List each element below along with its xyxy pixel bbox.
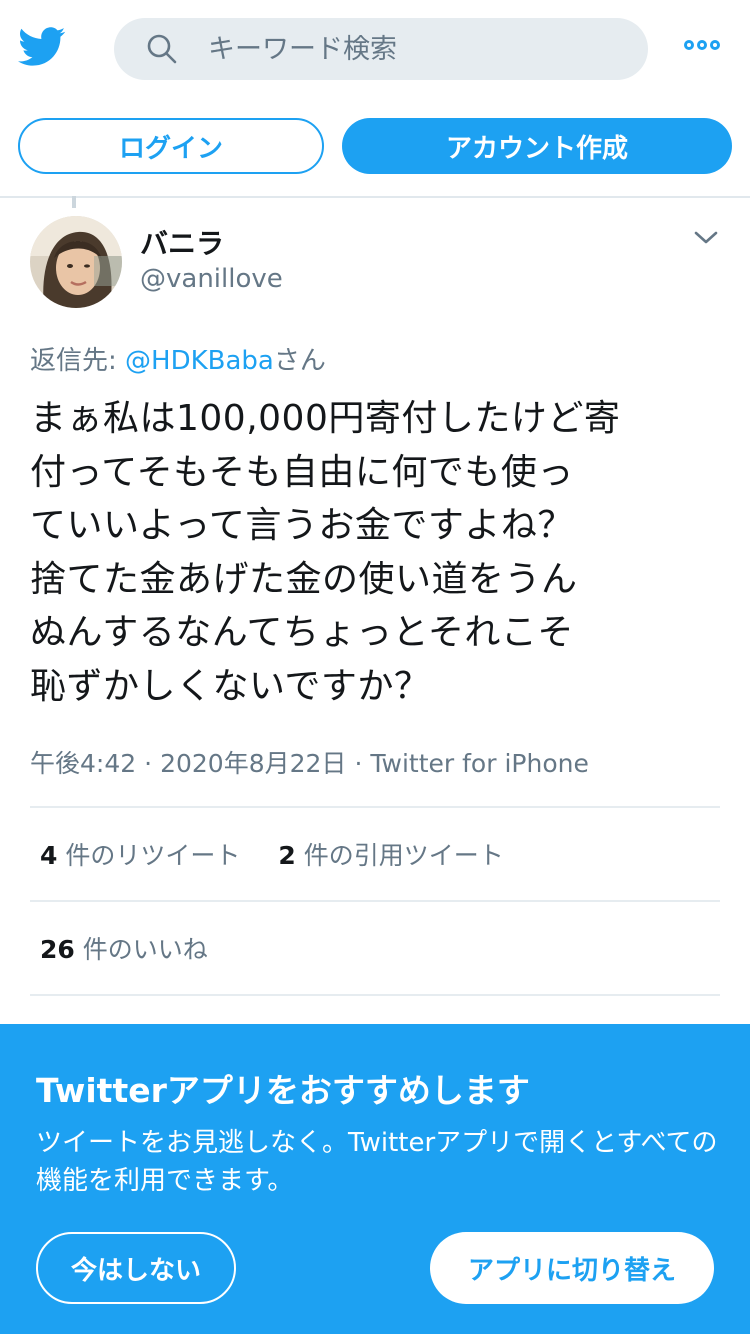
avatar-image xyxy=(30,216,122,308)
page: ログイン アカウント作成 バニラ @vanillove 返信先: @HDKBab… xyxy=(0,0,750,1334)
more-dot xyxy=(697,40,707,50)
tweet-meta: 午後4:42 · 2020年8月22日 · Twitter for iPhone xyxy=(30,744,589,780)
not-now-button[interactable]: 今はしない xyxy=(36,1232,236,1304)
header-divider xyxy=(0,196,750,198)
retweet-label: 件のリツイート xyxy=(57,841,241,870)
stats-row: 4 件のリツイート 2 件の引用ツイート xyxy=(40,836,504,872)
retweet-stat[interactable]: 4 件のリツイート xyxy=(40,841,240,870)
search-bar[interactable] xyxy=(114,18,648,80)
more-dot xyxy=(684,40,694,50)
quote-count: 2 xyxy=(278,841,296,870)
search-input[interactable] xyxy=(208,30,628,68)
user-handle[interactable]: @vanillove xyxy=(140,264,283,294)
reply-to-prefix: 返信先: xyxy=(30,346,126,376)
quote-label: 件の引用ツイート xyxy=(295,841,504,870)
tweet-text: まぁ私は100,000円寄付したけど寄 付ってそもそも自由に何でも使っ ていいよ… xyxy=(30,398,621,707)
like-count: 26 xyxy=(40,935,75,964)
app-promo-banner: Twitterアプリをおすすめします ツイートをお見逃しなく。Twitterアプ… xyxy=(0,1024,750,1334)
divider xyxy=(30,994,720,996)
display-name[interactable]: バニラ xyxy=(140,222,224,262)
more-icon[interactable] xyxy=(684,40,724,56)
more-dot xyxy=(710,40,720,50)
tweet-date[interactable]: 2020年8月22日 xyxy=(160,749,346,778)
meta-separator: · xyxy=(144,749,153,778)
signup-button[interactable]: アカウント作成 xyxy=(342,118,732,174)
chevron-down-icon[interactable] xyxy=(692,228,720,248)
like-label: 件のいいね xyxy=(74,935,208,964)
like-stat[interactable]: 26 件のいいね xyxy=(40,930,208,966)
login-button[interactable]: ログイン xyxy=(18,118,324,174)
divider xyxy=(30,806,720,808)
reply-to-mention[interactable]: @HDKBaba xyxy=(125,346,274,376)
twitter-bird-icon[interactable] xyxy=(18,26,66,68)
promo-body: ツイートをお見逃しなく。Twitterアプリで開くとすべての機能を利用できます。 xyxy=(36,1128,718,1196)
avatar[interactable] xyxy=(30,216,122,308)
top-bar xyxy=(0,0,750,100)
switch-to-app-button[interactable]: アプリに切り替え xyxy=(430,1232,714,1304)
reply-to-suffix: さん xyxy=(273,346,326,376)
retweet-count: 4 xyxy=(40,841,58,870)
promo-title: Twitterアプリをおすすめします xyxy=(36,1071,530,1110)
tweet-time[interactable]: 午後4:42 xyxy=(30,749,136,778)
search-icon xyxy=(147,34,177,64)
meta-separator: · xyxy=(354,749,363,778)
divider xyxy=(30,900,720,902)
tweet-source[interactable]: Twitter for iPhone xyxy=(370,749,588,778)
thread-connector-line xyxy=(72,196,76,208)
reply-to-line: 返信先: @HDKBabaさん xyxy=(30,340,326,377)
quote-stat[interactable]: 2 件の引用ツイート xyxy=(278,841,503,870)
